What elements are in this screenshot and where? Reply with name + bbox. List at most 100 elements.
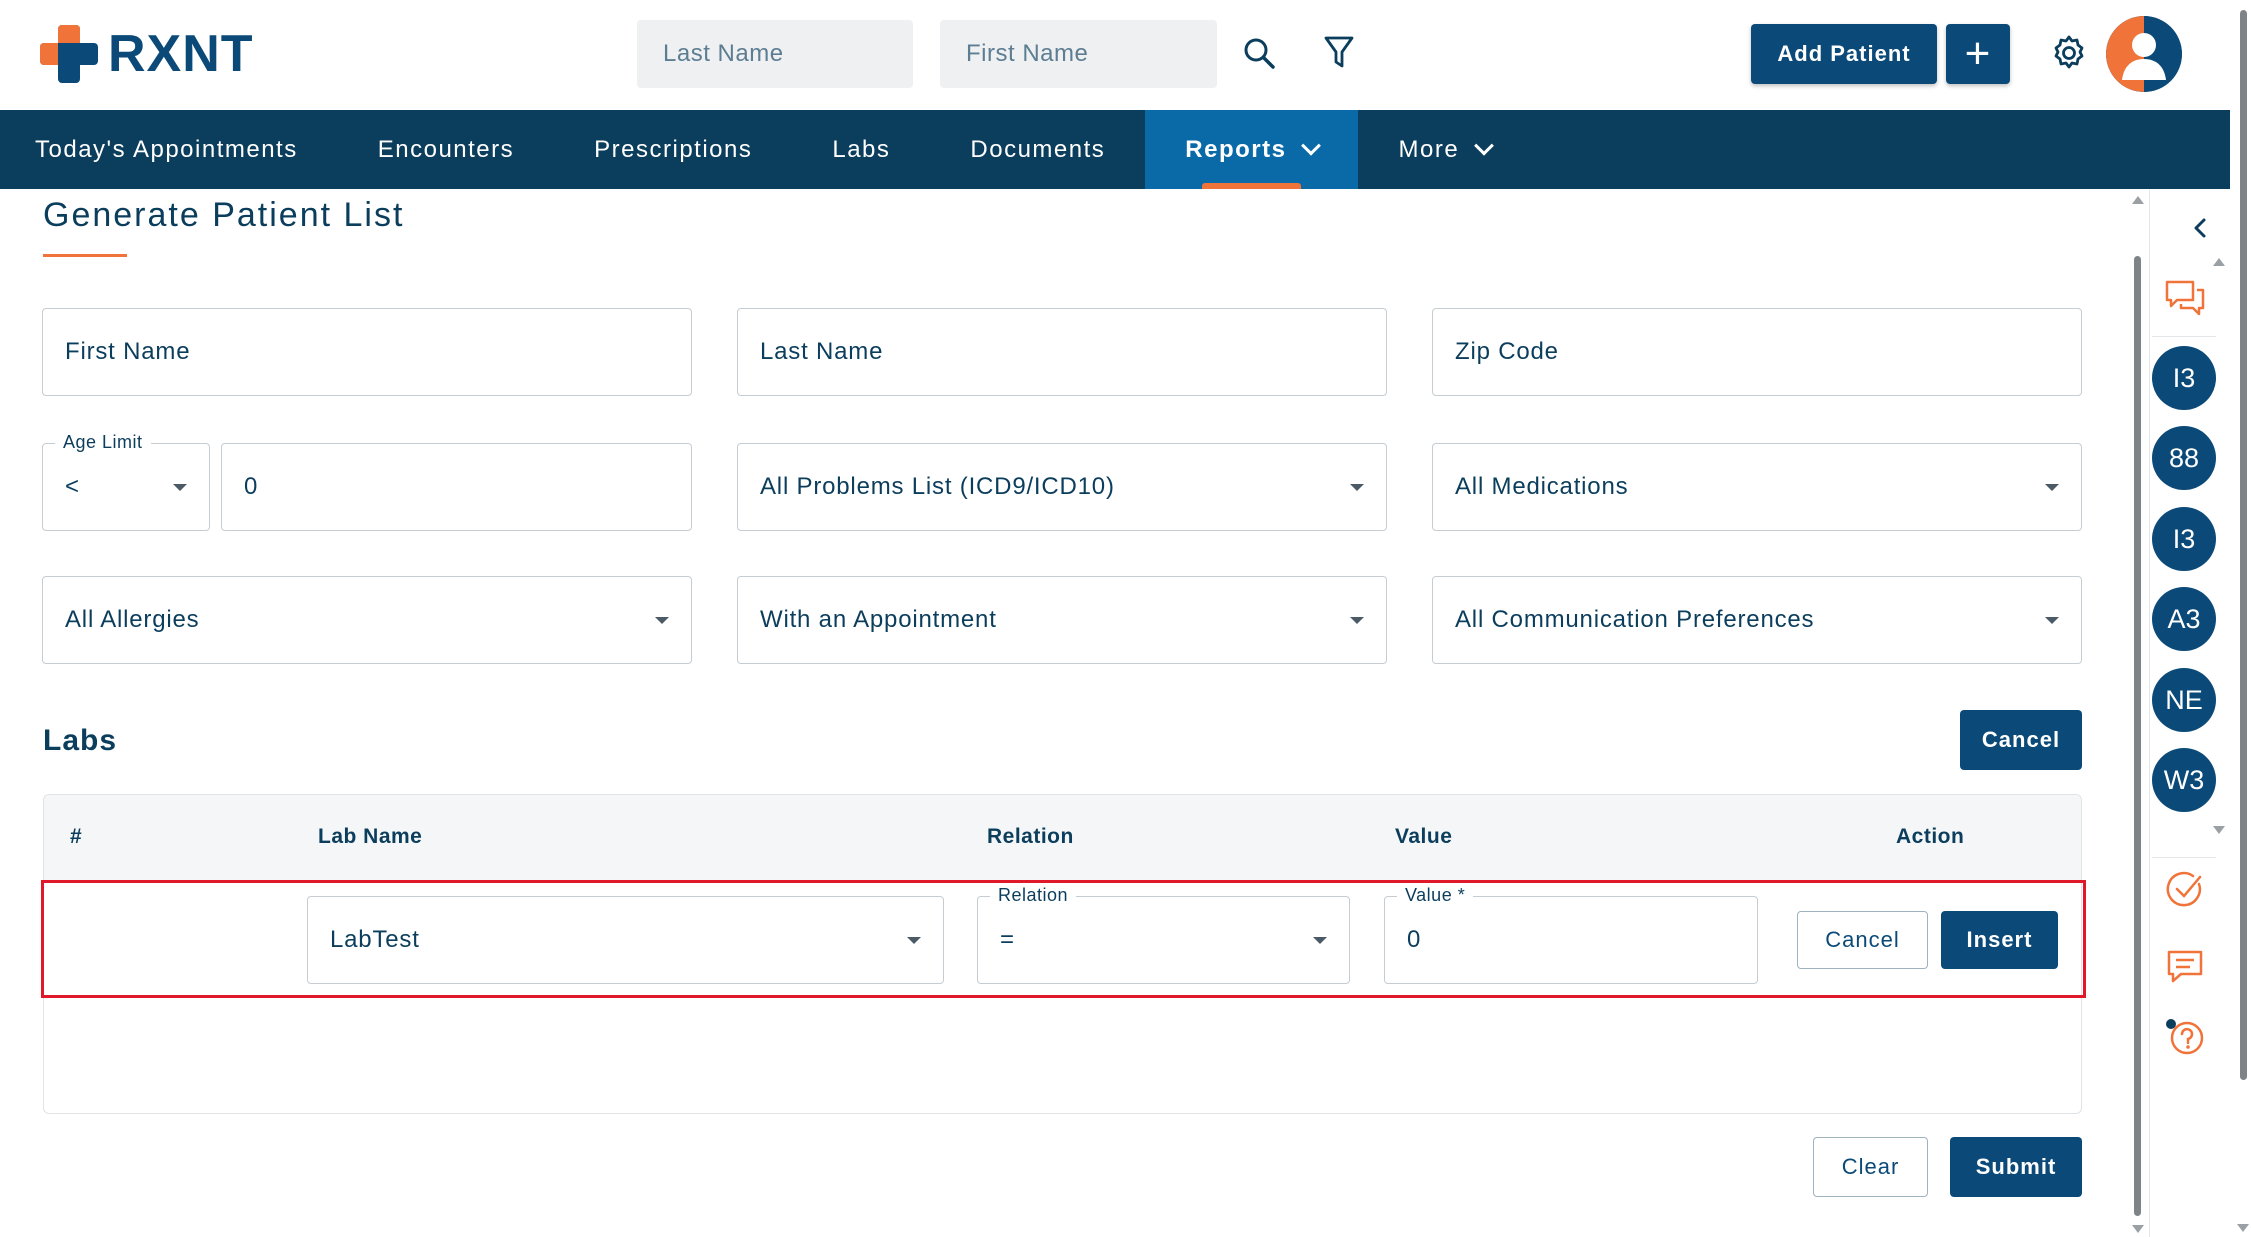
clear-button[interactable]: Clear — [1813, 1137, 1928, 1197]
nav-more[interactable]: More — [1358, 110, 1531, 189]
medications-value: All Medications — [1455, 473, 1629, 500]
caret-down-icon — [1313, 937, 1327, 944]
lab-value-field[interactable]: Value * 0 — [1384, 885, 1758, 984]
col-number: # — [70, 825, 83, 848]
age-limit-label: Age Limit — [55, 432, 151, 453]
nav-labs[interactable]: Labs — [792, 110, 930, 189]
chevron-left-icon[interactable] — [2188, 212, 2212, 244]
caret-down-icon — [1350, 617, 1364, 624]
lab-name-select[interactable]: LabTest — [307, 896, 944, 984]
rail-user-circle[interactable]: W3 — [2152, 748, 2216, 812]
add-patient-button[interactable]: Add Patient — [1751, 24, 1937, 84]
main-nav: Today's Appointments Encounters Prescrip… — [0, 110, 2230, 189]
gear-icon[interactable] — [2044, 28, 2094, 78]
lab-name-value: LabTest — [330, 926, 420, 953]
rail-user-circle[interactable]: I3 — [2152, 507, 2216, 571]
scroll-down-icon[interactable] — [2132, 1225, 2144, 1233]
help-icon[interactable] — [2163, 1016, 2207, 1060]
chevron-down-icon — [1301, 135, 1322, 156]
nav-label: Labs — [832, 135, 891, 163]
nav-label: More — [1398, 135, 1460, 163]
window-scrollbar[interactable] — [2236, 0, 2251, 1237]
nav-label: Encounters — [377, 135, 515, 163]
relation-label: Relation — [990, 885, 1077, 906]
caret-down-icon — [2045, 484, 2059, 491]
last-name-input[interactable] — [760, 338, 1386, 366]
age-value-field[interactable]: 0 — [221, 443, 692, 531]
zip-code-input[interactable] — [1455, 338, 2081, 366]
nav-label: Prescriptions — [594, 135, 753, 163]
row-cancel-button[interactable]: Cancel — [1797, 911, 1928, 969]
scroll-down-icon[interactable] — [2237, 1224, 2249, 1232]
caret-down-icon — [173, 484, 187, 491]
appointment-select[interactable]: With an Appointment — [737, 576, 1387, 664]
nav-todays-appointments[interactable]: Today's Appointments — [0, 110, 338, 189]
caret-down-icon — [1350, 484, 1364, 491]
insert-button[interactable]: Insert — [1941, 911, 2058, 969]
allergies-value: All Allergies — [65, 606, 200, 633]
scroll-up-icon[interactable] — [2213, 258, 2225, 266]
lab-value: 0 — [1407, 926, 1422, 953]
main-scrollbar[interactable] — [2130, 190, 2144, 1237]
main-scroll-thumb[interactable] — [2134, 256, 2141, 1216]
chat-bubbles-icon[interactable] — [2163, 276, 2207, 320]
chevron-down-icon — [1474, 135, 1495, 156]
app-header: RXNT Add Patient + — [0, 0, 2230, 110]
col-action: Action — [1896, 825, 1965, 848]
communication-select[interactable]: All Communication Preferences — [1432, 576, 2082, 664]
labs-cancel-button[interactable]: Cancel — [1960, 710, 2082, 770]
rail-divider — [2152, 336, 2216, 337]
quick-add-button[interactable]: + — [1946, 24, 2010, 84]
title-underline — [43, 254, 127, 257]
age-value: 0 — [244, 473, 259, 500]
submit-button[interactable]: Submit — [1950, 1137, 2082, 1197]
scroll-down-icon[interactable] — [2213, 826, 2225, 834]
scroll-up-icon[interactable] — [2132, 196, 2144, 204]
communication-value: All Communication Preferences — [1455, 606, 1815, 633]
rail-divider — [2152, 857, 2216, 858]
user-avatar[interactable] — [2106, 16, 2182, 92]
last-name-field[interactable] — [737, 308, 1387, 396]
nav-encounters[interactable]: Encounters — [338, 110, 554, 189]
rail-user-circle[interactable]: NE — [2152, 668, 2216, 732]
header-first-name-input[interactable] — [940, 20, 1217, 88]
user-avatar-icon — [2106, 16, 2182, 92]
search-icon[interactable] — [1234, 28, 1284, 78]
task-check-icon[interactable] — [2163, 868, 2207, 912]
filter-icon[interactable] — [1314, 28, 1364, 78]
age-operator-value: < — [65, 473, 80, 500]
rxnt-cross-icon — [40, 25, 98, 83]
caret-down-icon — [655, 617, 669, 624]
col-lab-name: Lab Name — [318, 825, 423, 848]
problems-select[interactable]: All Problems List (ICD9/ICD10) — [737, 443, 1387, 531]
nav-prescriptions[interactable]: Prescriptions — [554, 110, 792, 189]
caret-down-icon — [2045, 617, 2059, 624]
rxnt-logo[interactable]: RXNT — [38, 22, 254, 86]
rail-scrollbar[interactable] — [2213, 258, 2225, 838]
relation-select[interactable]: Relation = — [977, 885, 1350, 984]
allergies-select[interactable]: All Allergies — [42, 576, 692, 664]
header-last-name-input[interactable] — [637, 20, 913, 88]
nav-label: Today's Appointments — [35, 135, 298, 163]
nav-reports[interactable]: Reports — [1145, 110, 1359, 189]
rail-user-circle[interactable]: A3 — [2152, 587, 2216, 651]
brand-name: RXNT — [108, 25, 254, 83]
nav-label: Documents — [970, 135, 1106, 163]
appointment-value: With an Appointment — [760, 606, 997, 633]
labs-section-title: Labs — [43, 724, 118, 757]
value-label: Value * — [1397, 885, 1474, 906]
zip-code-field[interactable] — [1432, 308, 2082, 396]
problems-value: All Problems List (ICD9/ICD10) — [760, 473, 1115, 500]
rail-user-circle[interactable]: I3 — [2152, 346, 2216, 410]
medications-select[interactable]: All Medications — [1432, 443, 2082, 531]
labs-table-header: # Lab Name Relation Value Action — [44, 795, 2081, 881]
window-scroll-thumb[interactable] — [2240, 10, 2247, 1080]
first-name-input[interactable] — [65, 338, 691, 366]
nav-documents[interactable]: Documents — [930, 110, 1145, 189]
age-operator-select[interactable]: Age Limit < — [42, 432, 210, 531]
col-relation: Relation — [987, 825, 1074, 848]
message-icon[interactable] — [2163, 944, 2207, 988]
rail-user-circle[interactable]: 88 — [2152, 426, 2216, 490]
first-name-field[interactable] — [42, 308, 692, 396]
nav-label: Reports — [1185, 135, 1287, 163]
